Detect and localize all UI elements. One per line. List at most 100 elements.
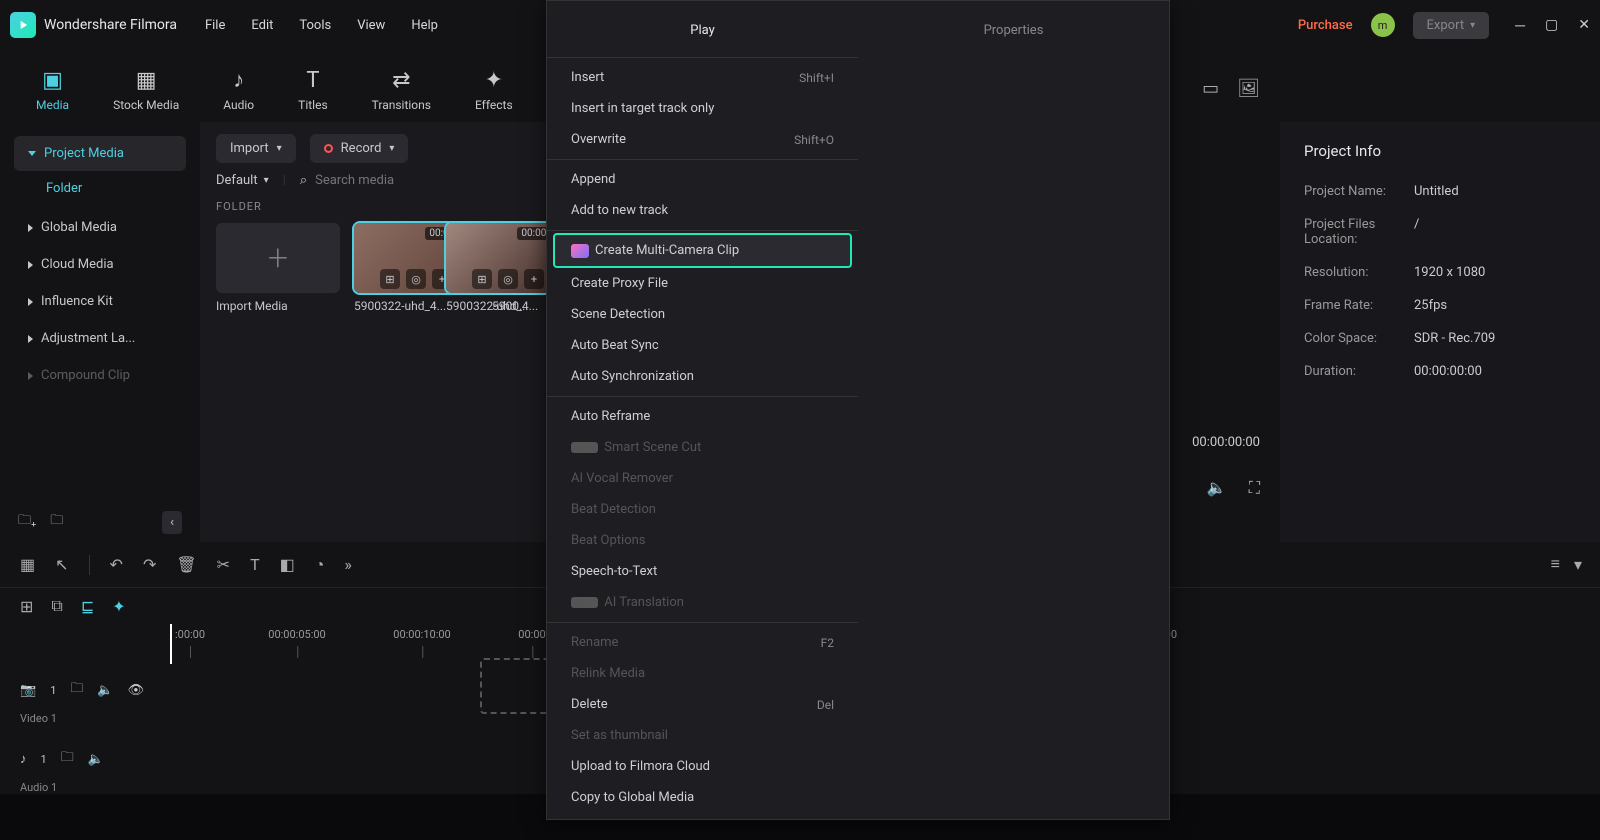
ctx-rename: RenameF2 bbox=[547, 627, 858, 658]
mute-icon[interactable]: 🔈 bbox=[88, 752, 104, 767]
sidebar-item-project-media[interactable]: Project Media bbox=[14, 136, 186, 171]
menu-view[interactable]: View bbox=[357, 18, 385, 33]
record-button[interactable]: Record▾ bbox=[310, 134, 409, 163]
import-button[interactable]: Import▾ bbox=[216, 134, 296, 163]
text-icon[interactable]: T bbox=[250, 555, 260, 574]
app-title: Wondershare Filmora bbox=[44, 17, 177, 33]
sidebar-folder[interactable]: Folder bbox=[14, 173, 186, 204]
purchase-link[interactable]: Purchase bbox=[1298, 18, 1353, 33]
search-icon: ⌕ bbox=[300, 173, 307, 188]
ctx-create-proxy[interactable]: Create Proxy File bbox=[547, 268, 858, 299]
ctx-overwrite[interactable]: OverwriteShift+O bbox=[547, 124, 858, 155]
sidebar-item-influence-kit[interactable]: Influence Kit bbox=[14, 284, 186, 319]
timeline-options-icon[interactable]: ▾ bbox=[1574, 555, 1582, 574]
folder-icon[interactable]: 🗀 bbox=[61, 748, 74, 770]
ctx-ai-translation: BETAAI Translation bbox=[547, 587, 858, 618]
project-info-panel: Project Info Project Name:Untitled Proje… bbox=[1280, 122, 1600, 542]
eye-icon[interactable]: 👁 bbox=[128, 683, 145, 698]
ctx-auto-sync[interactable]: Auto Synchronization bbox=[547, 361, 858, 392]
caret-right-icon bbox=[28, 372, 33, 380]
ctx-smart-scene-cut: BETASmart Scene Cut bbox=[547, 432, 858, 463]
mute-icon[interactable]: 🔈 bbox=[97, 683, 113, 698]
magnet-icon[interactable]: ⊑ bbox=[81, 597, 94, 616]
close-icon[interactable]: ✕ bbox=[1578, 17, 1590, 34]
crop-icon[interactable]: ◧ bbox=[280, 555, 295, 574]
caret-right-icon bbox=[28, 298, 33, 306]
timeline-view-icon[interactable]: ≡ bbox=[1551, 554, 1560, 574]
preview-controls: 🔈 ⛶ bbox=[1207, 478, 1260, 498]
sidebar-item-compound-clip[interactable]: Compound Clip bbox=[14, 358, 186, 393]
ctx-delete[interactable]: DeleteDel bbox=[547, 689, 858, 720]
delete-icon[interactable]: 🗑 bbox=[176, 555, 196, 574]
volume-icon[interactable]: 🔈 bbox=[1207, 478, 1227, 498]
caret-right-icon bbox=[28, 335, 33, 343]
sidebar-item-cloud-media[interactable]: Cloud Media bbox=[14, 247, 186, 282]
ctx-upload-cloud[interactable]: Upload to Filmora Cloud bbox=[547, 751, 858, 782]
ctx-tab-properties[interactable]: Properties bbox=[858, 7, 1169, 53]
ctx-add-new-track[interactable]: Add to new track bbox=[547, 195, 858, 226]
redo-icon[interactable]: ↷ bbox=[143, 555, 156, 574]
link-icon[interactable]: ⧉ bbox=[51, 596, 62, 616]
tab-audio[interactable]: ♪Audio bbox=[217, 62, 260, 122]
cursor-icon[interactable]: ↖ bbox=[55, 555, 68, 574]
music-icon: ♪ bbox=[20, 751, 27, 767]
beta-badge: BETA bbox=[571, 597, 598, 608]
ctx-scene-detection[interactable]: Scene Detection bbox=[547, 299, 858, 330]
dropzone[interactable] bbox=[480, 658, 550, 714]
ctx-beat-detection: Beat Detection bbox=[547, 494, 858, 525]
ctx-auto-reframe[interactable]: Auto Reframe bbox=[547, 401, 858, 432]
menu-tools[interactable]: Tools bbox=[299, 18, 331, 33]
info-title: Project Info bbox=[1304, 142, 1576, 160]
sidebar-item-adjustment-layers[interactable]: Adjustment La... bbox=[14, 321, 186, 356]
preview-timecode: 00:00:00:00 bbox=[1192, 435, 1260, 450]
folder-icon[interactable]: 🗀 bbox=[50, 511, 63, 533]
ctx-beat-options: Beat Options bbox=[547, 525, 858, 556]
beta-badge: BETA bbox=[571, 442, 598, 453]
menu-file[interactable]: File bbox=[205, 18, 225, 33]
menu-edit[interactable]: Edit bbox=[251, 18, 273, 33]
more-icon[interactable]: » bbox=[344, 555, 352, 574]
ctx-speech-to-text[interactable]: Speech-to-Text bbox=[547, 556, 858, 587]
ctx-relink-media: Relink Media bbox=[547, 658, 858, 689]
sidebar-item-global-media[interactable]: Global Media bbox=[14, 210, 186, 245]
new-bin-icon[interactable]: 🗀₊ bbox=[18, 511, 36, 533]
ctx-insert-target[interactable]: Insert in target track only bbox=[547, 93, 858, 124]
ctx-auto-beat-sync[interactable]: Auto Beat Sync bbox=[547, 330, 858, 361]
minimize-icon[interactable]: ─ bbox=[1515, 17, 1525, 34]
caret-right-icon bbox=[28, 261, 33, 269]
import-media-tile[interactable]: + Import Media bbox=[216, 223, 340, 313]
split-icon[interactable]: ✂ bbox=[217, 555, 230, 574]
user-avatar[interactable]: m bbox=[1371, 13, 1395, 37]
color-icon[interactable]: ◔ bbox=[315, 555, 325, 575]
picture-icon[interactable]: 🖼 bbox=[1237, 78, 1260, 99]
menu-help[interactable]: Help bbox=[411, 18, 438, 33]
clip-add-icon[interactable]: ⊞ bbox=[380, 269, 400, 289]
ctx-tab-play[interactable]: Play bbox=[547, 7, 858, 53]
track-add-icon[interactable]: ⊞ bbox=[20, 597, 33, 616]
tab-media[interactable]: ▣Media bbox=[30, 62, 75, 122]
caret-right-icon bbox=[28, 224, 33, 232]
camera-icon: 📷 bbox=[20, 683, 36, 698]
grid-icon[interactable]: ▦ bbox=[20, 555, 35, 574]
tab-transitions[interactable]: ⇄Transitions bbox=[366, 62, 437, 122]
ctx-create-multicam[interactable]: Create Multi-Camera Clip bbox=[555, 235, 850, 266]
tab-effects[interactable]: ✦Effects bbox=[469, 62, 519, 122]
collapse-sidebar-button[interactable]: ‹ bbox=[162, 511, 182, 534]
multicam-icon bbox=[571, 244, 589, 258]
maximize-icon[interactable]: ▢ bbox=[1545, 17, 1558, 34]
fullscreen-icon[interactable]: ⛶ bbox=[1249, 478, 1260, 498]
display-icon[interactable]: ▭ bbox=[1202, 78, 1219, 99]
tab-titles[interactable]: TTitles bbox=[292, 62, 333, 122]
ctx-set-thumbnail: Set as thumbnail bbox=[547, 720, 858, 751]
folder-icon[interactable]: 🗀 bbox=[70, 679, 83, 701]
undo-icon[interactable]: ↶ bbox=[110, 555, 123, 574]
ctx-insert[interactable]: InsertShift+I bbox=[547, 62, 858, 93]
tab-stock-media[interactable]: ▦Stock Media bbox=[107, 62, 185, 122]
ctx-append[interactable]: Append bbox=[547, 164, 858, 195]
ctx-copy-global[interactable]: Copy to Global Media bbox=[547, 782, 858, 813]
clip-target-icon[interactable]: ◎ bbox=[406, 269, 426, 289]
marker-icon[interactable]: ✦ bbox=[112, 597, 125, 616]
search-input[interactable] bbox=[315, 173, 481, 188]
sort-dropdown[interactable]: Default▾ bbox=[216, 173, 269, 188]
export-button[interactable]: Export▾ bbox=[1413, 12, 1490, 39]
